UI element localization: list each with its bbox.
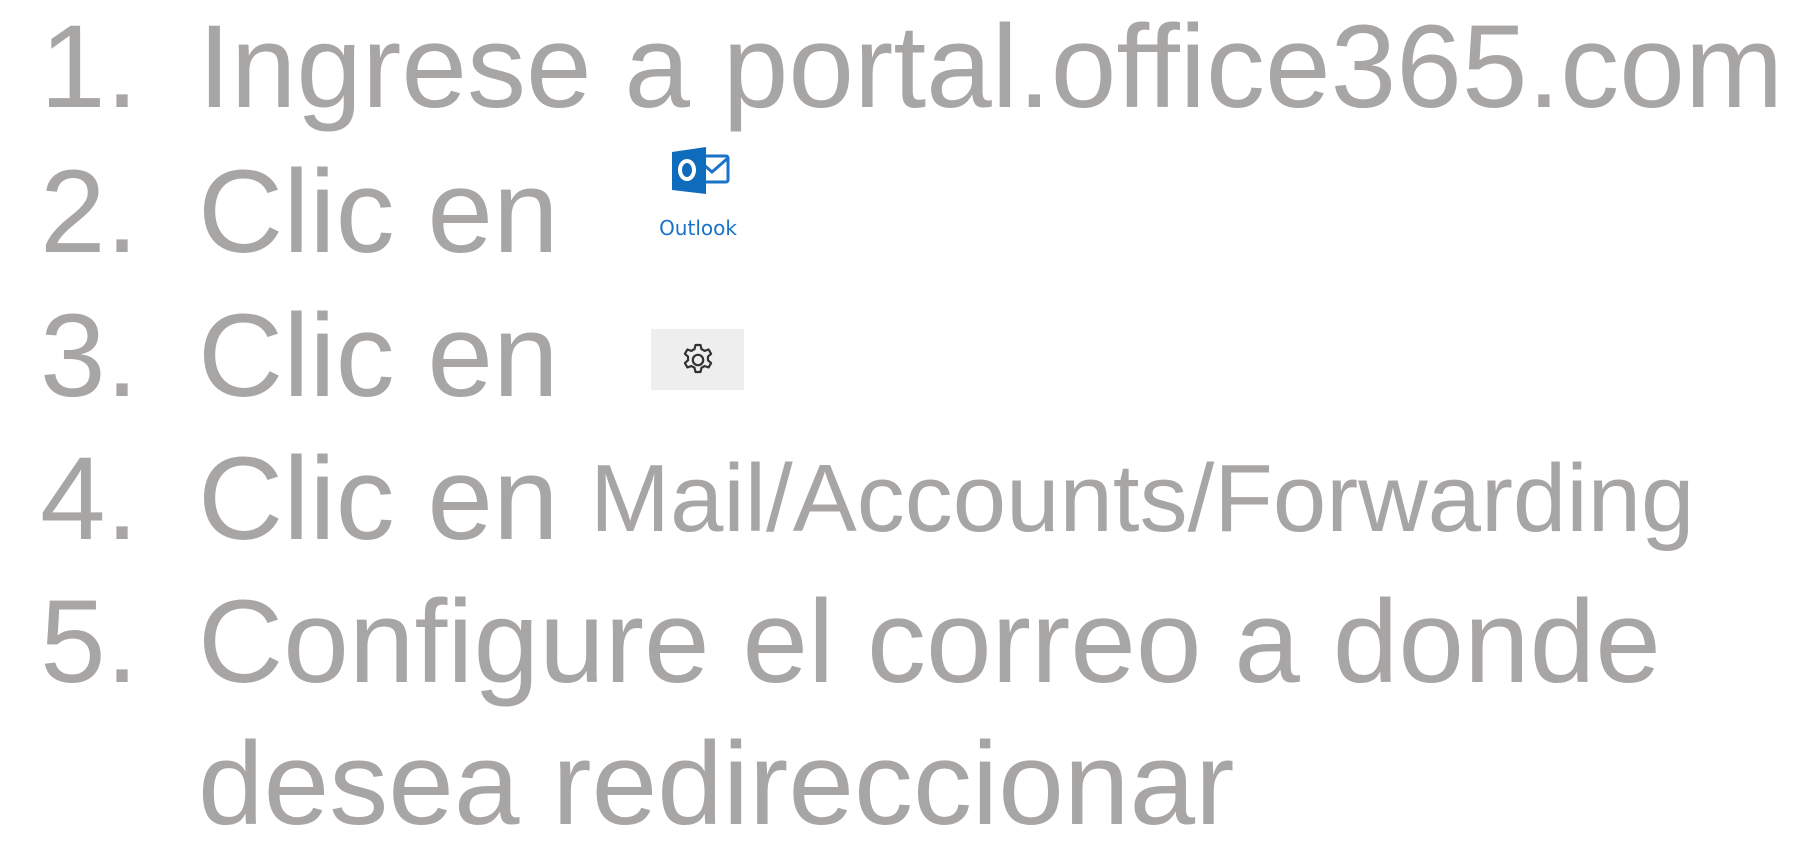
step-text: Configure el correo a donde (198, 576, 1661, 708)
settings-path: Mail/Accounts/Forwarding (590, 445, 1695, 552)
outlook-app-button[interactable]: Outlook (650, 144, 746, 244)
outlook-icon (672, 147, 730, 194)
instruction-list: 1. Ingrese a portal.office365.com 2. Cli… (0, 0, 1793, 850)
step-text: Clic en (198, 290, 559, 422)
step-number: 2. (40, 146, 139, 278)
outlook-label: Outlook (659, 216, 737, 240)
step-text: Clic en (198, 433, 559, 565)
step-text-continuation: desea redireccionar (198, 718, 1235, 850)
step-number: 4. (40, 433, 139, 565)
step-number: 1. (40, 1, 139, 133)
step-number: 3. (40, 290, 139, 422)
step-number: 5. (40, 576, 139, 708)
settings-button[interactable] (651, 329, 744, 390)
step-text: Clic en (198, 146, 559, 278)
gear-icon (683, 343, 712, 373)
step-text: Ingrese a portal.office365.com (198, 1, 1784, 133)
